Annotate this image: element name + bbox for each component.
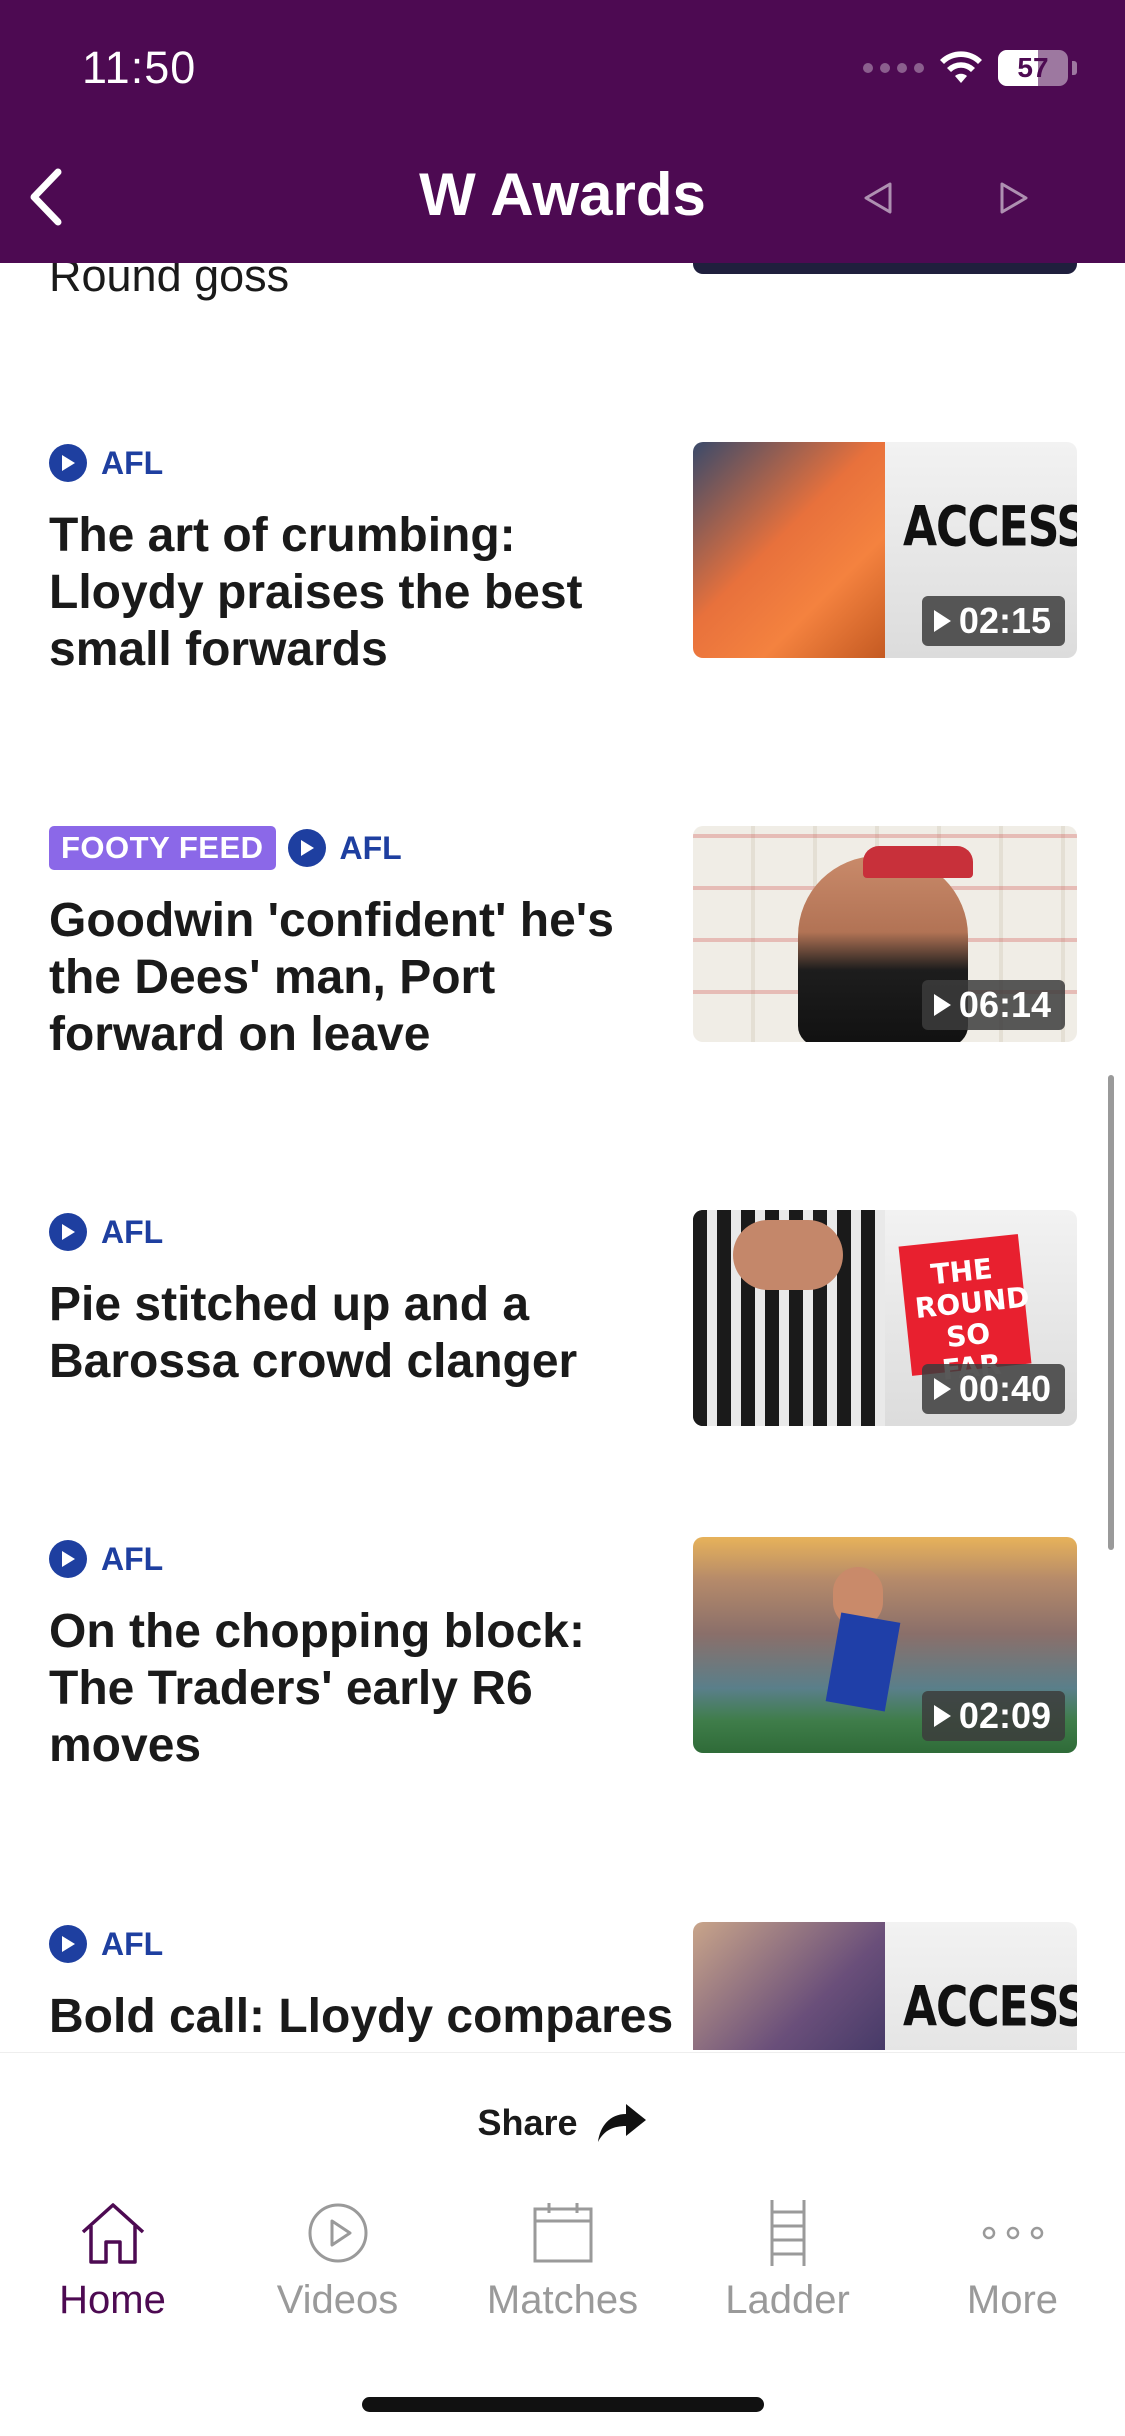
video-duration: 02:09 [921,1691,1065,1741]
video-thumbnail[interactable]: 02:09 [693,1537,1077,1753]
tab-home[interactable]: Home [0,2180,225,2330]
share-arrow-icon[interactable] [596,2102,648,2144]
play-icon [49,1213,87,1251]
tab-label: Matches [486,2278,639,2322]
article-card[interactable]: AFL On the chopping block: The Traders' … [0,1537,1125,1772]
wifi-icon [940,51,982,83]
share-label[interactable]: Share [477,2102,577,2144]
source-badge: AFL [49,1540,163,1578]
article-headline[interactable]: Goodwin 'confident' he's the Dees' man, … [49,892,679,1063]
video-duration: 06:14 [921,980,1065,1030]
next-arrow-icon[interactable] [996,180,1032,216]
article-headline[interactable]: The art of crumbing: Lloydy praises the … [49,507,679,678]
tab-more[interactable]: More [900,2180,1125,2330]
source-badge: AFL [287,829,402,867]
thumbnail-logo-text: ACCESS [903,495,1077,560]
calendar-icon [528,2198,598,2268]
play-icon [49,1540,87,1578]
signal-icon [863,63,924,73]
news-feed[interactable]: Round goss AFL The art of crumbing: Lloy… [0,0,1125,2050]
tab-videos[interactable]: Videos [225,2180,450,2330]
home-icon [78,2198,148,2268]
video-thumbnail[interactable]: 06:14 [693,826,1077,1042]
play-icon [933,994,951,1016]
status-icons: 57 [863,46,1077,90]
article-card[interactable]: AFL Bold call: Lloydy compares ACCESS [0,1922,1125,2050]
play-circle-icon [303,2198,373,2268]
source-label: AFL [101,1925,164,1962]
source-badge: AFL [49,1925,163,1963]
play-icon [287,829,326,867]
tab-label: Home [59,2278,166,2322]
article-card[interactable]: AFL Pie stitched up and a Barossa crowd … [0,1210,1125,1430]
source-label: AFL [101,444,164,481]
article-card[interactable]: AFL The art of crumbing: Lloydy praises … [0,441,1125,676]
round-so-far-logo: THE ROUND SO FAR [898,1234,1032,1387]
tab-ladder[interactable]: Ladder [675,2180,900,2330]
scrollbar[interactable] [1108,1075,1114,1550]
tab-label: More [966,2278,1059,2322]
play-icon [49,444,87,482]
home-indicator[interactable] [362,2397,764,2412]
tab-label: Ladder [725,2278,850,2322]
source-label: AFL [101,1540,164,1577]
tab-matches[interactable]: Matches [450,2180,675,2330]
play-icon [49,1925,87,1963]
app-header: 11:50 57 W Awards [0,0,1125,263]
tab-bar: Home Videos Matches Ladder More [0,2180,1125,2330]
video-thumbnail[interactable]: ACCESS 02:15 [693,442,1077,658]
video-thumbnail[interactable]: ACCESS [693,1922,1077,2050]
ladder-icon [753,2198,823,2268]
share-bar[interactable]: Share [0,2052,1125,2192]
play-icon [933,1705,951,1727]
source-badge: AFL [49,444,163,482]
play-icon [933,610,951,632]
page-title: W Awards [419,161,706,228]
article-headline[interactable]: Pie stitched up and a Barossa crowd clan… [49,1276,679,1390]
visor [863,846,973,878]
status-time: 11:50 [82,42,197,93]
source-label: AFL [101,1213,164,1250]
source-badge: AFL [49,1213,163,1251]
source-label: AFL [339,829,402,866]
video-duration: 00:40 [921,1364,1065,1414]
article-card[interactable]: FOOTY FEED AFL Goodwin 'confident' he's … [0,826,1125,1061]
more-dots-icon [978,2198,1048,2268]
video-duration: 02:15 [921,596,1065,646]
article-headline[interactable]: On the chopping block: The Traders' earl… [49,1603,679,1774]
battery-icon: 57 [998,50,1068,86]
play-icon [933,1378,951,1400]
player-photo [693,1922,885,2050]
article-headline[interactable]: Bold call: Lloydy compares [49,1988,709,2045]
thumbnail-logo-text: ACCESS [903,1975,1077,2040]
category-tag: FOOTY FEED [49,826,276,870]
video-thumbnail[interactable]: THE ROUND SO FAR 00:40 [693,1210,1077,1426]
players-photo [693,1210,885,1426]
player-photo [693,442,885,658]
tab-label: Videos [276,2278,399,2322]
previous-arrow-icon[interactable] [860,180,896,216]
